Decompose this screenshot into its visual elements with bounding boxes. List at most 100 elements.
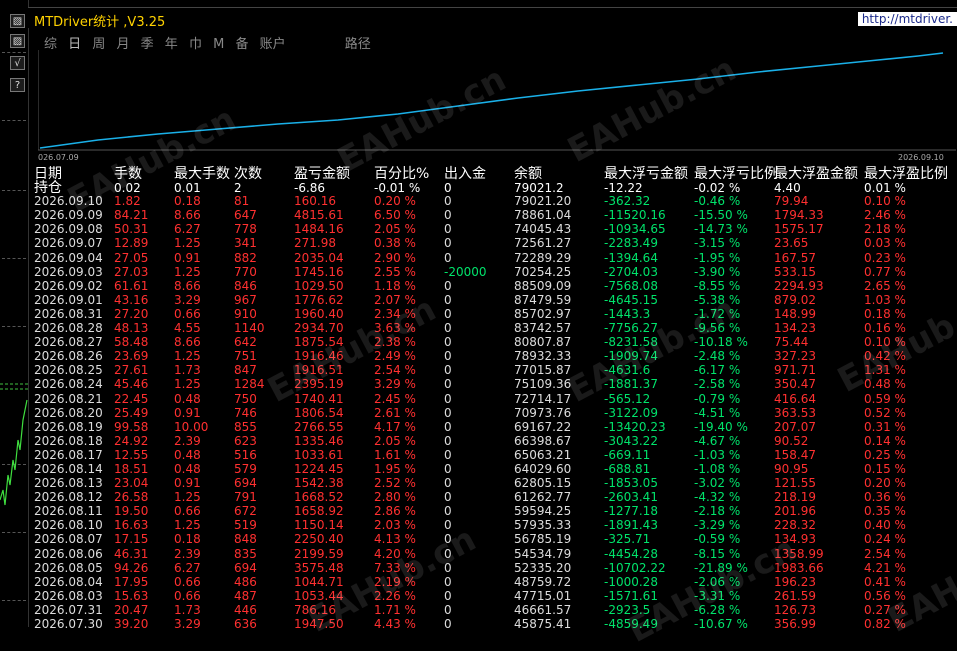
- table-row[interactable]: 2026.08.25 27.61 1.73 847 1916.51 2.54 % 0 7701…: [34, 363, 957, 377]
- table-row[interactable]: 2026.09.01 43.16 3.29 967 1776.62 2.07 % 0 8747…: [34, 293, 957, 307]
- table-row[interactable]: 2026.08.19 99.58 10.00 855 2766.55 4.17 % 0 691…: [34, 420, 957, 434]
- cell-date: 2026.09.08: [34, 222, 103, 237]
- cell-balance: 78861.04: [514, 208, 572, 223]
- cell-flow: 0: [444, 546, 452, 561]
- cell-lots: 48.13: [114, 321, 149, 336]
- table-row[interactable]: 2026.08.06 46.31 2.39 835 2199.59 4.20 % 0 5453…: [34, 547, 957, 561]
- table-row[interactable]: 2026.08.14 18.51 0.48 579 1224.45 1.95 % 0 6402…: [34, 462, 957, 476]
- grid-line: [2, 258, 26, 259]
- table-row[interactable]: 2026.08.12 26.58 1.25 791 1668.52 2.80 % 0 6126…: [34, 490, 957, 504]
- help-button[interactable]: ?: [10, 78, 25, 92]
- table-row[interactable]: 2026.08.03 15.63 0.66 487 1053.44 2.26 % 0 4771…: [34, 589, 957, 603]
- cell-date: 2026.07.31: [34, 602, 103, 617]
- table-row[interactable]: 2026.09.02 61.61 8.66 846 1029.50 1.18 % 0 8850…: [34, 279, 957, 293]
- cell-max-lots: 1.25: [174, 518, 201, 533]
- table-row[interactable]: 2026.09.08 50.31 6.27 778 1484.16 2.05 % 0 7404…: [34, 222, 957, 236]
- cell-pct: 2.49 %: [374, 349, 416, 364]
- cell-pct: 2.19 %: [374, 574, 416, 589]
- cell-max-lots: 8.66: [174, 208, 201, 223]
- cell-balance: 72714.17: [514, 391, 572, 406]
- table-row[interactable]: 2026.09.07 12.89 1.25 341 271.98 0.38 % 0 72561…: [34, 236, 957, 250]
- cell-count: 855: [234, 419, 257, 434]
- cell-max-gain-pct: 0.24 %: [864, 532, 906, 547]
- cell-max-gain-pct: 1.31 %: [864, 363, 906, 378]
- cell-max-gain-pct: 2.18 %: [864, 222, 906, 237]
- cell-max-lots: 8.66: [174, 335, 201, 350]
- cell-balance: 62805.15: [514, 476, 572, 491]
- table-row[interactable]: 2026.08.21 22.45 0.48 750 1740.41 2.45 % 0 7271…: [34, 392, 957, 406]
- table-row[interactable]: 2026.08.26 23.69 1.25 751 1916.46 2.49 % 0 7893…: [34, 349, 957, 363]
- cell-max-loss-pct: -0.59 %: [694, 532, 741, 547]
- cell-max-loss-pct: -8.15 %: [694, 546, 741, 561]
- cell-max-gain: 356.99: [774, 617, 816, 631]
- table-row[interactable]: 2026.08.31 27.20 0.66 910 1960.40 2.34 % 0 8570…: [34, 307, 957, 321]
- cell-max-gain: 201.96: [774, 504, 816, 519]
- cell-max-loss-pct: -3.02 %: [694, 476, 741, 491]
- table-row[interactable]: 2026.08.27 58.48 8.66 642 1875.54 2.38 % 0 8080…: [34, 335, 957, 349]
- cell-count: 579: [234, 461, 257, 476]
- cell-pnl: 1947.50: [294, 617, 344, 631]
- cell-balance: 59594.25: [514, 504, 572, 519]
- cell-lots: 58.48: [114, 335, 149, 350]
- cell-max-gain: 1794.33: [774, 208, 824, 223]
- table-row[interactable]: 2026.08.07 17.15 0.18 848 2250.40 4.13 % 0 5678…: [34, 532, 957, 546]
- cell-max-loss-pct: -4.67 %: [694, 433, 741, 448]
- table-row[interactable]: 2026.07.30 39.20 3.29 636 1947.50 4.43 % 0 4587…: [34, 617, 957, 631]
- cell-pnl: 2934.70: [294, 321, 344, 336]
- table-row[interactable]: 2026.09.04 27.05 0.91 882 2035.04 2.90 % 0 7228…: [34, 251, 957, 265]
- cell-max-loss: -4454.28: [604, 546, 658, 561]
- table-row[interactable]: 2026.08.05 94.26 6.27 694 3575.48 7.33 % 0 5233…: [34, 561, 957, 575]
- cell-count: 636: [234, 617, 257, 631]
- cell-max-loss-pct: -15.50 %: [694, 208, 748, 223]
- cell-count: 519: [234, 518, 257, 533]
- table-row[interactable]: 2026.08.28 48.13 4.55 1140 2934.70 3.63 % 0 837…: [34, 321, 957, 335]
- cell-date: 2026.09.01: [34, 292, 103, 307]
- cell-count: 623: [234, 433, 257, 448]
- grid-line: [2, 190, 26, 191]
- cell-count: 81: [234, 194, 250, 209]
- cell-pct: 2.45 %: [374, 391, 416, 406]
- table-row[interactable]: 2026.08.04 17.95 0.66 486 1044.71 2.19 % 0 4875…: [34, 575, 957, 589]
- cell-count: 750: [234, 391, 257, 406]
- cell-pnl: 1916.51: [294, 363, 344, 378]
- cell-max-gain-pct: 0.42 %: [864, 349, 906, 364]
- table-row[interactable]: 2026.09.09 84.21 8.66 647 4815.61 6.50 % 0 7886…: [34, 208, 957, 222]
- cell-date: 2026.08.07: [34, 532, 103, 547]
- tool-button-1[interactable]: ▧: [10, 14, 25, 28]
- cell-pct: 2.03 %: [374, 518, 416, 533]
- cell-flow: 0: [444, 278, 452, 293]
- cell-count: 846: [234, 278, 257, 293]
- cell-max-gain-pct: 0.18 %: [864, 306, 906, 321]
- cell-pct: 4.20 %: [374, 546, 416, 561]
- cell-max-loss: -1853.05: [604, 476, 658, 491]
- cell-pnl: 2035.04: [294, 250, 344, 265]
- tool-button-2[interactable]: ▨: [10, 34, 25, 48]
- table-row[interactable]: 2026.09.03 27.03 1.25 770 1745.16 2.55 % -2000…: [34, 265, 957, 279]
- cell-pnl: 1029.50: [294, 278, 344, 293]
- table-row[interactable]: 2026.08.13 23.04 0.91 694 1542.38 2.52 % 0 6280…: [34, 476, 957, 490]
- table-row[interactable]: 2026.08.10 16.63 1.25 519 1150.14 2.03 % 0 5793…: [34, 518, 957, 532]
- cell-count: 446: [234, 602, 257, 617]
- cell-max-loss: -1443.3: [604, 306, 651, 321]
- table-row[interactable]: 2026.08.18 24.92 2.39 623 1335.46 2.05 % 0 6639…: [34, 434, 957, 448]
- cell-balance: 61262.77: [514, 490, 572, 505]
- table-row[interactable]: 2026.09.10 1.82 0.18 81 160.16 0.20 % 0 79021.2…: [34, 194, 957, 208]
- cell-max-loss-pct: -21.89 %: [694, 560, 748, 575]
- cell-max-gain: 1983.66: [774, 560, 824, 575]
- cell-pnl: 1776.62: [294, 292, 344, 307]
- cell-lots: 16.63: [114, 518, 149, 533]
- website-link[interactable]: http://mtdriver.: [857, 12, 957, 26]
- cell-max-lots: 1.25: [174, 377, 201, 392]
- cell-max-lots: 0.66: [174, 306, 201, 321]
- table-row[interactable]: 2026.08.17 12.55 0.48 516 1033.61 1.61 % 0 6506…: [34, 448, 957, 462]
- tool-button-3[interactable]: √: [10, 56, 25, 70]
- cell-lots: 94.26: [114, 560, 149, 575]
- cell-max-loss-pct: -3.31 %: [694, 588, 741, 603]
- table-row[interactable]: 2026.07.31 20.47 1.73 446 786.16 1.71 % 0 46661…: [34, 603, 957, 617]
- table-row[interactable]: 2026.08.20 25.49 0.91 746 1806.54 2.61 % 0 7097…: [34, 406, 957, 420]
- grid-line: [2, 120, 26, 121]
- cell-count: 770: [234, 264, 257, 279]
- table-row[interactable]: 2026.08.11 19.50 0.66 672 1658.92 2.86 % 0 5959…: [34, 504, 957, 518]
- table-row[interactable]: 2026.08.24 45.46 1.25 1284 2395.19 3.29 % 0 751…: [34, 377, 957, 391]
- cell-date: 2026.08.17: [34, 447, 103, 462]
